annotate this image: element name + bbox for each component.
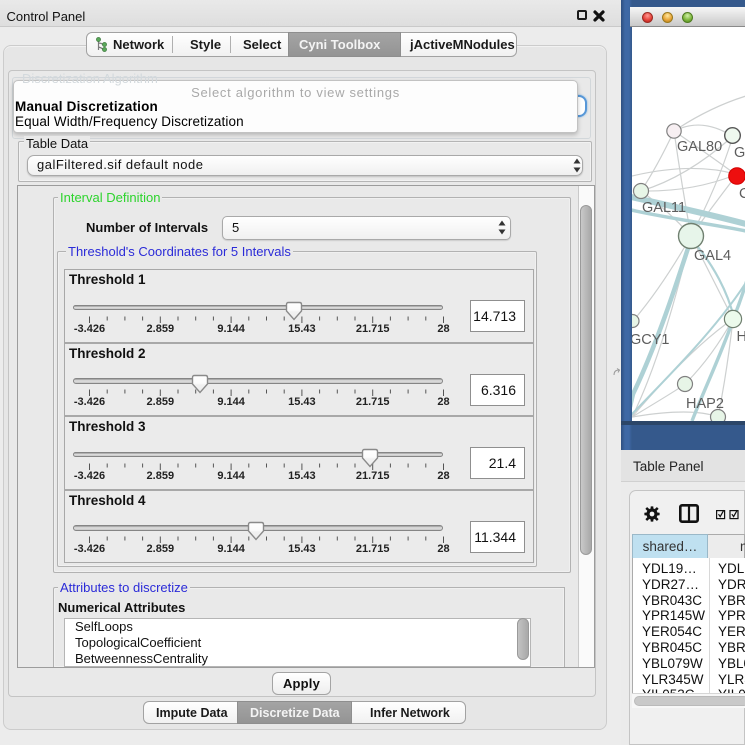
svg-text:C: C xyxy=(739,186,745,202)
svg-text:HAP2: HAP2 xyxy=(686,396,724,412)
svg-text:GA: GA xyxy=(734,145,745,161)
svg-text:H: H xyxy=(737,329,745,345)
svg-text:GAL4: GAL4 xyxy=(694,248,731,264)
svg-text:GAL80: GAL80 xyxy=(677,139,722,155)
svg-text:GAL11: GAL11 xyxy=(642,200,686,216)
svg-text:GCY1: GCY1 xyxy=(632,332,670,348)
